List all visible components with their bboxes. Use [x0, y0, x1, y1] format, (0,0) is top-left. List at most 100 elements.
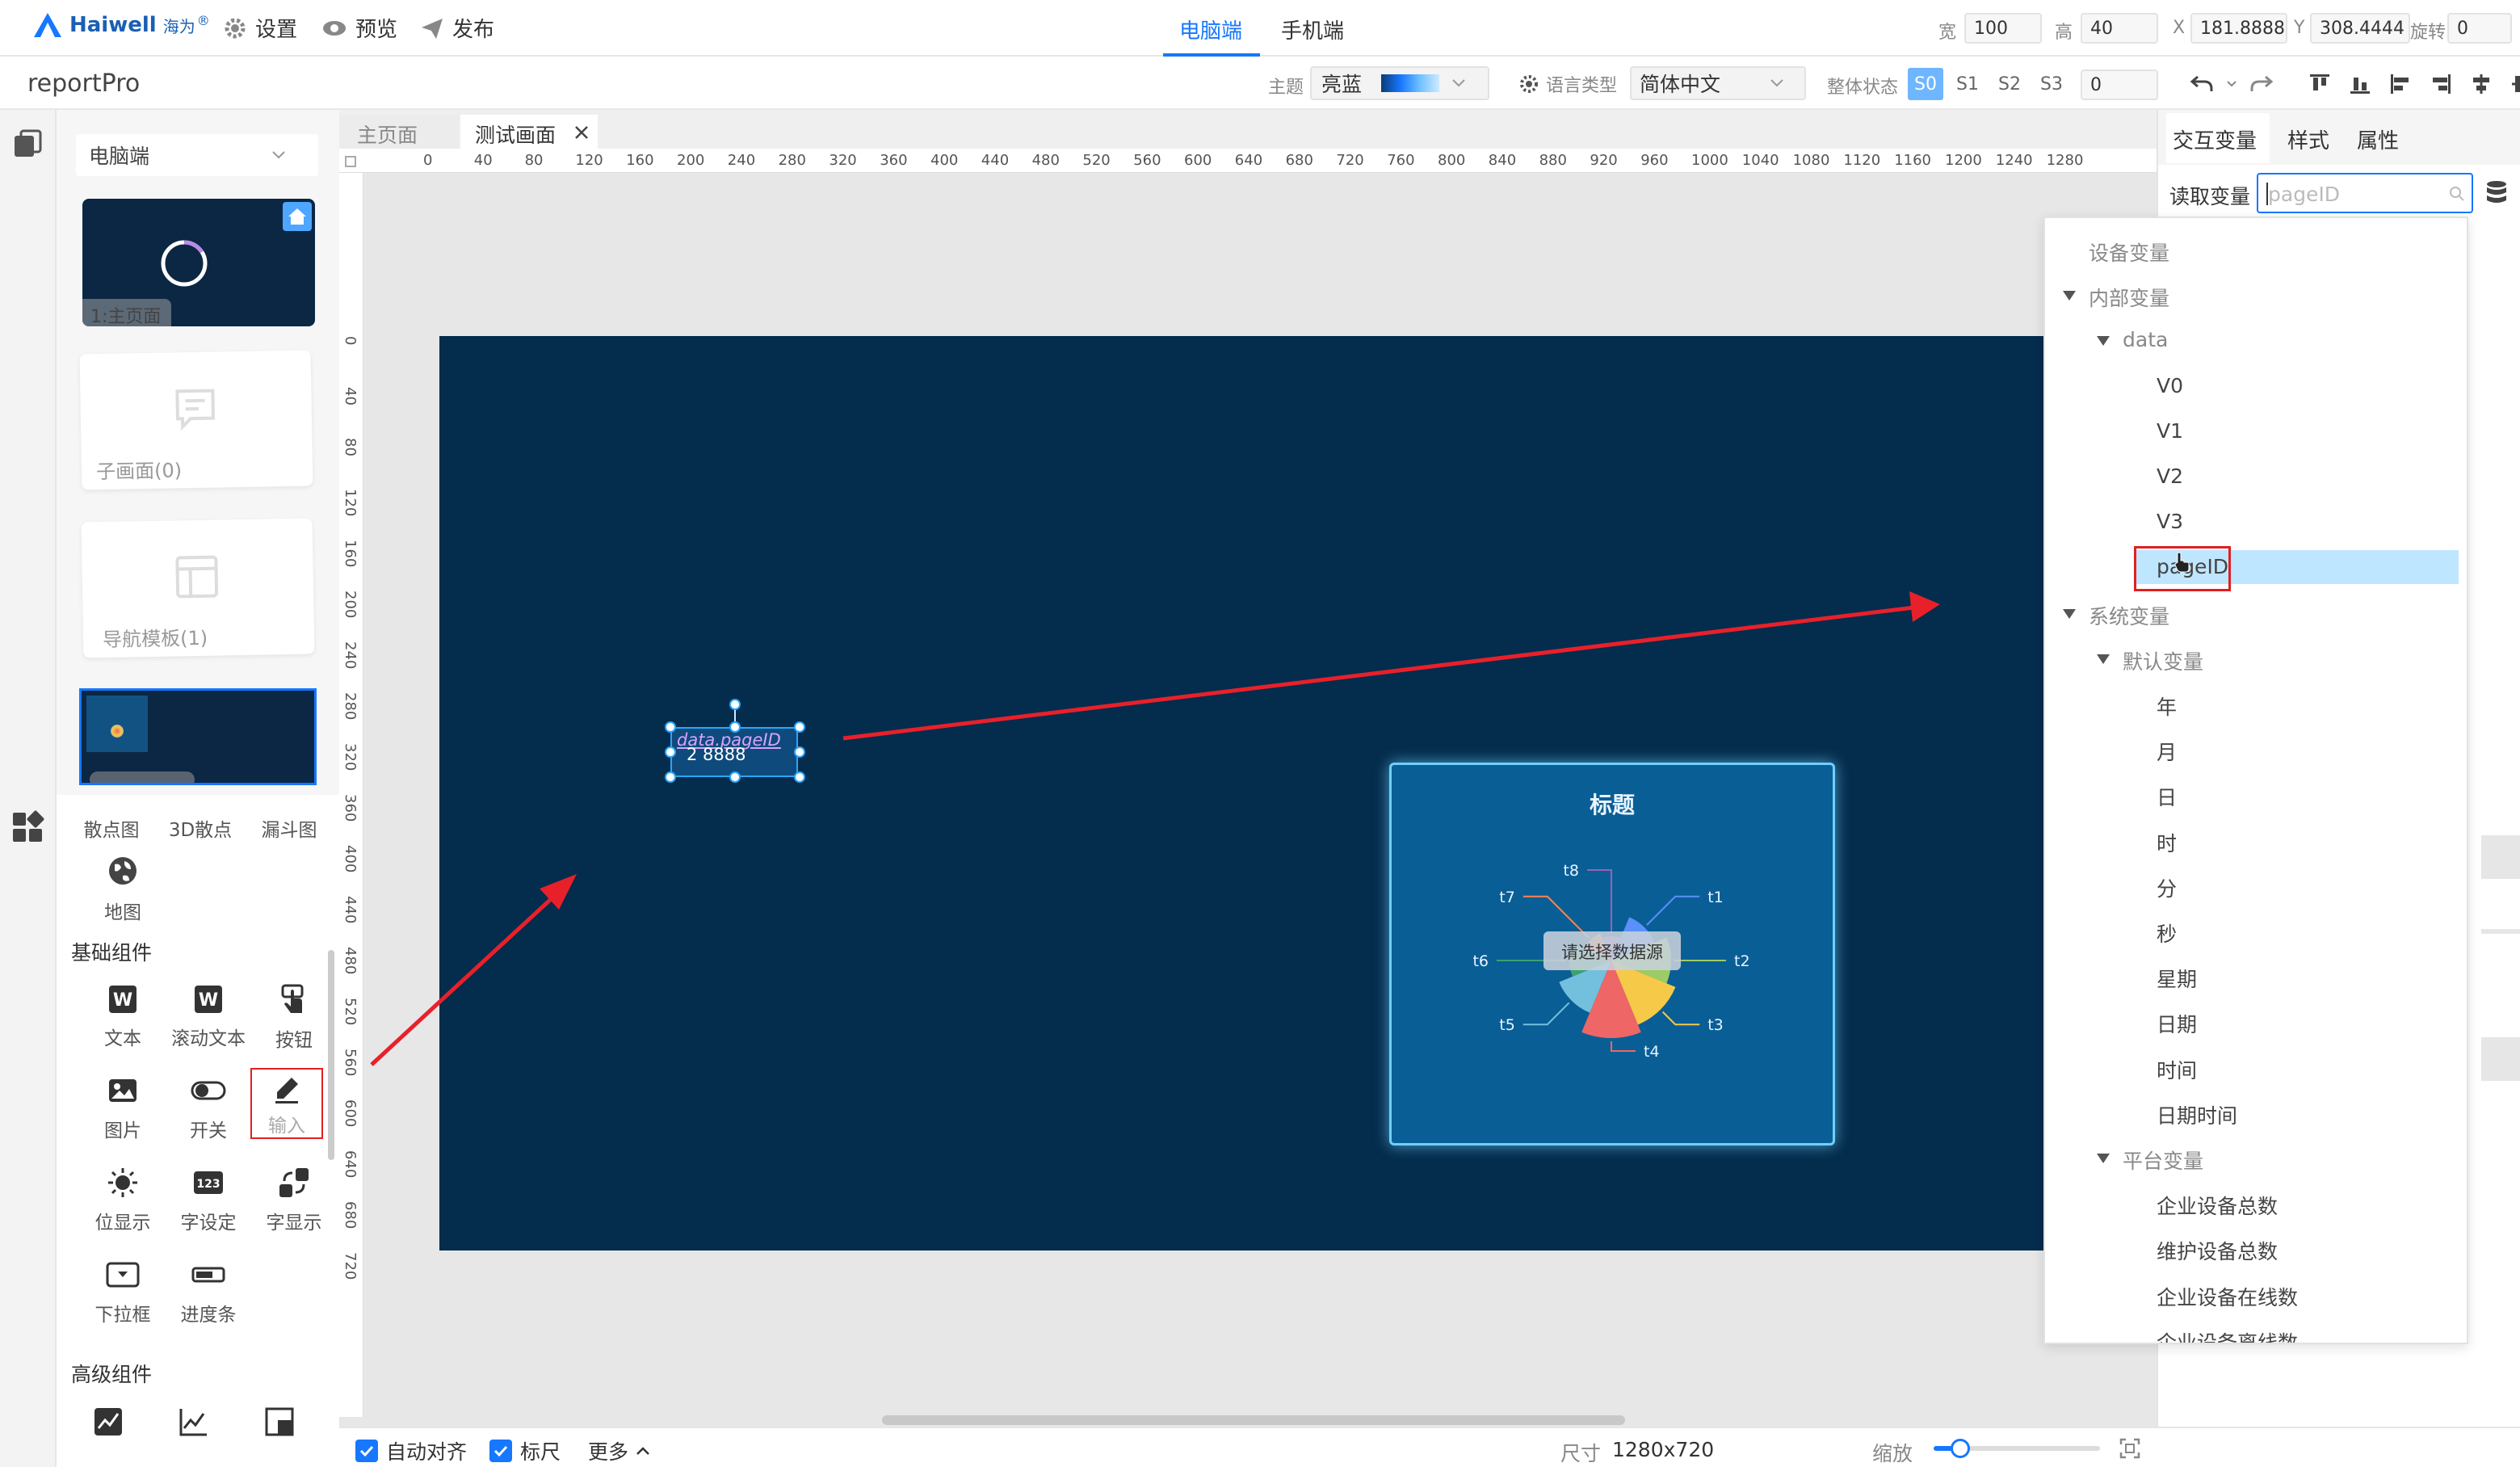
selection-handles[interactable] [654, 685, 816, 798]
component-scroll-text[interactable]: W 滚动文本 [168, 984, 249, 1050]
state-s2-button[interactable]: S2 [1992, 68, 2027, 100]
rotate-input[interactable]: 0 [2447, 13, 2512, 44]
expand-caret-icon[interactable] [2063, 291, 2076, 301]
more-button[interactable]: 更多 [588, 1436, 651, 1465]
component-advanced-1[interactable] [92, 1406, 124, 1438]
var-tree-item[interactable]: 月 [2157, 737, 2177, 766]
tab-test-page[interactable]: 测试画面 [460, 115, 598, 149]
platform-select[interactable]: 电脑端 [76, 134, 318, 176]
align-bottom-button[interactable] [2344, 68, 2376, 100]
var-tree-item[interactable]: V2 [2157, 464, 2183, 488]
pages-icon[interactable] [11, 128, 44, 160]
preview-menu[interactable]: 预览 [321, 13, 397, 43]
var-tree-item[interactable]: 时 [2157, 828, 2177, 857]
side-button[interactable] [2481, 835, 2520, 879]
zoom-slider[interactable] [1934, 1439, 2100, 1458]
component-button[interactable]: 按钮 [254, 984, 334, 1052]
expand-caret-icon[interactable] [2097, 336, 2110, 347]
component-word-setting[interactable]: 123 字设定 [168, 1166, 249, 1234]
components-icon[interactable] [10, 809, 45, 845]
height-input[interactable]: 40 [2081, 13, 2158, 44]
var-tree-item[interactable]: 默认变量 [2123, 646, 2203, 675]
theme-select[interactable]: 亮蓝 [1310, 66, 1489, 100]
align-center-h-button[interactable] [2465, 68, 2497, 100]
var-tree-item[interactable]: 企业设备在线数 [2157, 1282, 2298, 1311]
var-tree-item[interactable]: 系统变量 [2089, 601, 2169, 630]
pie-chart-card[interactable]: 标题 t1 t2 t3 t4 t5 t6 t7 t8 请选择数据源 [1389, 763, 1835, 1145]
database-icon[interactable] [2484, 179, 2509, 207]
var-tree-item[interactable]: 分 [2157, 873, 2177, 902]
var-tree-item[interactable]: V1 [2157, 419, 2183, 443]
canvas-horizontal-scrollbar[interactable] [882, 1415, 1625, 1425]
nav-template-card[interactable]: 导航模板(1) [81, 518, 315, 658]
var-tree-item[interactable]: V0 [2157, 374, 2183, 397]
var-tree-item[interactable]: 日 [2157, 782, 2177, 811]
var-tree-item[interactable]: 企业设备总数 [2157, 1191, 2278, 1220]
page-thumbnail-test[interactable] [79, 688, 317, 785]
var-tree-item[interactable]: 时间 [2157, 1055, 2197, 1084]
var-tree-item[interactable]: 日期时间 [2157, 1100, 2237, 1129]
publish-menu[interactable]: 发布 [420, 13, 494, 43]
var-tree-item[interactable]: 日期 [2157, 1009, 2197, 1038]
align-top-button[interactable] [2304, 68, 2336, 100]
tab-desktop[interactable]: 电脑端 [1163, 0, 1260, 57]
var-tree-item[interactable]: 设备变量 [2089, 237, 2169, 267]
var-tree-item[interactable]: 星期 [2157, 964, 2197, 993]
var-tree-item[interactable]: 年 [2157, 691, 2177, 721]
subpage-card[interactable]: 子画面(0) [79, 350, 313, 490]
var-tree-item[interactable]: 平台变量 [2123, 1145, 2203, 1175]
var-tree-item[interactable]: 秒 [2157, 918, 2177, 948]
component-advanced-3[interactable] [263, 1406, 296, 1438]
ruler-toggle[interactable]: 标尺 [489, 1436, 561, 1465]
var-tree-item[interactable]: 内部变量 [2089, 283, 2169, 312]
align-left-button[interactable] [2384, 68, 2417, 100]
component-advanced-2[interactable] [178, 1406, 210, 1438]
component-word-display[interactable]: 字显示 [254, 1166, 334, 1234]
width-input[interactable]: 100 [1964, 13, 2042, 44]
zoom-slider-knob[interactable] [1950, 1439, 1970, 1458]
component-scatter[interactable]: 散点图 [71, 814, 152, 842]
side-button[interactable] [2481, 1037, 2520, 1081]
expand-caret-icon[interactable] [2063, 608, 2076, 619]
expand-caret-icon[interactable] [2097, 1154, 2110, 1163]
undo-button[interactable] [2186, 68, 2218, 100]
component-funnel[interactable]: 漏斗图 [249, 814, 330, 842]
component-image[interactable]: 图片 [82, 1074, 163, 1142]
var-tree-item[interactable]: data [2123, 328, 2168, 351]
redo-button[interactable] [2245, 68, 2278, 100]
expand-caret-icon[interactable] [2097, 654, 2110, 664]
page-thumbnail-main[interactable]: 1:主页面 [82, 199, 315, 326]
var-tree-item[interactable]: V3 [2157, 510, 2183, 533]
close-icon[interactable] [573, 124, 590, 141]
state-s0-button[interactable]: S0 [1908, 68, 1943, 100]
tab-properties[interactable]: 属性 [2357, 124, 2399, 154]
tab-main-page[interactable]: 主页面 [339, 115, 459, 149]
var-tree-item[interactable]: 企业设备离线数 [2157, 1327, 2298, 1343]
language-select[interactable]: 简体中文 [1630, 66, 1806, 100]
x-input[interactable]: 181.8888 [2190, 13, 2287, 44]
state-s3-button[interactable]: S3 [2034, 68, 2069, 100]
component-3d-scatter[interactable]: 3D散点 [160, 814, 241, 842]
tab-style[interactable]: 样式 [2287, 124, 2329, 154]
align-center-v-button[interactable] [2505, 68, 2520, 100]
fit-screen-icon[interactable] [2119, 1438, 2140, 1459]
auto-align-toggle[interactable]: 自动对齐 [355, 1436, 467, 1465]
palette-scrollbar[interactable] [328, 950, 334, 1160]
component-progress[interactable]: 进度条 [168, 1259, 249, 1326]
component-text[interactable]: W 文本 [82, 984, 163, 1050]
y-input[interactable]: 308.4444 [2310, 13, 2410, 44]
component-map[interactable]: 地图 [82, 855, 163, 924]
component-bit-display[interactable]: 位显示 [82, 1166, 163, 1234]
align-right-button[interactable] [2425, 68, 2457, 100]
state-s1-button[interactable]: S1 [1950, 68, 1985, 100]
var-tree-item[interactable]: 维护设备总数 [2157, 1236, 2278, 1265]
undo-history-chevron-icon[interactable] [2226, 80, 2237, 88]
read-var-input[interactable]: pageID [2257, 173, 2473, 213]
settings-menu[interactable]: 设置 [223, 13, 297, 43]
component-input[interactable]: 输入 [250, 1068, 323, 1139]
tab-interaction-vars[interactable]: 交互变量 [2166, 113, 2270, 163]
component-dropdown[interactable]: 下拉框 [82, 1259, 163, 1326]
tab-mobile[interactable]: 手机端 [1270, 0, 1367, 57]
design-canvas[interactable]: data.pageID 2 8888 标题 t1 t2 t3 t4 t5 t6 t7 t8 请… [439, 336, 2055, 1251]
component-switch[interactable]: 开关 [168, 1074, 249, 1142]
